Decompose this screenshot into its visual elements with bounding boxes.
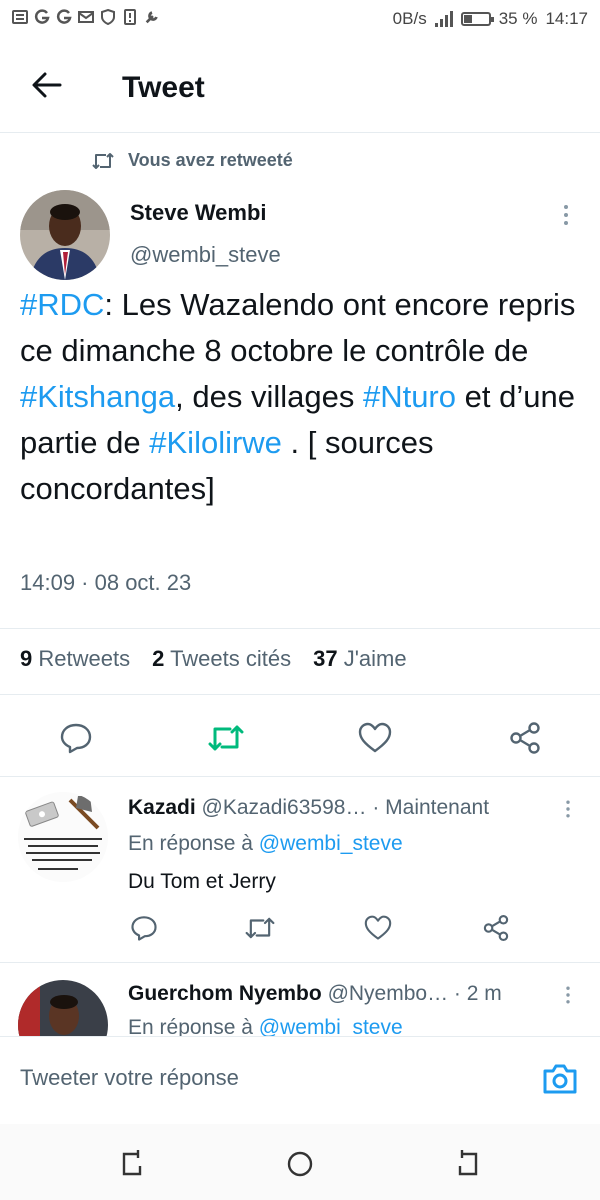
status-bar: 0B/s 35 % 14:17 xyxy=(0,0,600,40)
home-button[interactable] xyxy=(284,1148,316,1180)
reply-header: Kazadi @Kazadi63598… · Maintenant xyxy=(128,796,489,820)
quotes-count: 2 xyxy=(152,646,165,671)
divider xyxy=(0,962,600,963)
retweet-indicator: Vous avez retweeté xyxy=(92,150,293,171)
tweet-timestamp: 14:09 · 08 oct. 23 xyxy=(20,570,192,595)
retweet-label: Vous avez retweeté xyxy=(128,150,293,170)
reply-share-button[interactable] xyxy=(478,910,514,946)
heart-icon xyxy=(364,915,392,940)
retweets-stat[interactable]: 9 Retweets xyxy=(20,646,130,672)
divider xyxy=(0,694,600,695)
likes-count: 37 xyxy=(313,646,338,671)
reply-to-prefix: En réponse à xyxy=(128,832,253,855)
header: Tweet xyxy=(0,40,600,133)
mail-icon xyxy=(78,8,94,26)
share-button[interactable] xyxy=(503,716,547,760)
recents-icon xyxy=(122,1150,142,1176)
clock: 14:17 xyxy=(545,9,588,28)
author-handle[interactable]: @wembi_steve xyxy=(130,242,281,268)
heart-icon xyxy=(358,722,392,753)
hashtag-link[interactable]: #RDC xyxy=(20,287,104,322)
share-icon xyxy=(510,722,540,754)
quotes-label: Tweets cités xyxy=(170,646,292,671)
g-icon xyxy=(34,8,50,26)
likes-label: J'aime xyxy=(343,646,407,671)
reply-composer[interactable]: Tweeter votre réponse xyxy=(0,1036,600,1123)
arrow-left-icon xyxy=(32,72,62,98)
reply-button[interactable] xyxy=(54,716,98,760)
home-icon xyxy=(287,1151,313,1177)
retweet-icon xyxy=(92,152,114,169)
tweet-text-segment: , des villages xyxy=(175,379,363,414)
battery-icon xyxy=(460,12,494,26)
like-button[interactable] xyxy=(353,716,397,760)
author-avatar[interactable] xyxy=(20,190,110,280)
reply-author-handle[interactable]: @Nyembo… xyxy=(328,982,449,1005)
signal-icon xyxy=(434,11,453,27)
newspaper-icon xyxy=(12,8,28,26)
reply-reply-button[interactable] xyxy=(126,910,162,946)
camera-icon xyxy=(543,1064,577,1094)
battery-level xyxy=(463,15,472,23)
reply-time: · 2 m xyxy=(453,982,502,1005)
status-bar-right: 0B/s 35 % 14:17 xyxy=(393,9,588,29)
reply-author-handle[interactable]: @Kazadi63598… xyxy=(202,796,367,819)
divider xyxy=(0,776,600,777)
hashtag-link[interactable]: #Nturo xyxy=(363,379,456,414)
reply-to-line: En réponse à @wembi_steve xyxy=(128,832,403,856)
reply-input[interactable]: Tweeter votre réponse xyxy=(20,1065,239,1091)
retweet-icon xyxy=(208,725,244,751)
likes-stat[interactable]: 37 J'aime xyxy=(313,646,407,672)
reply-header: Guerchom Nyembo @Nyembo… · 2 m xyxy=(128,982,502,1006)
back-button[interactable] xyxy=(30,68,64,102)
reply-like-button[interactable] xyxy=(360,910,396,946)
reply-icon xyxy=(60,723,92,754)
reply-avatar[interactable] xyxy=(18,792,108,882)
wrench-icon xyxy=(144,8,160,26)
hashtag-link[interactable]: #Kitshanga xyxy=(20,379,175,414)
hashtag-link[interactable]: #Kilolirwe xyxy=(149,425,282,460)
tweet-stats: 9 Retweets 2 Tweets cités 37 J'aime xyxy=(20,646,407,672)
reply-text: Du Tom et Jerry xyxy=(128,870,276,893)
divider xyxy=(0,628,600,629)
tweet-actions xyxy=(0,710,600,768)
reply-author-name[interactable]: Guerchom Nyembo xyxy=(128,982,322,1005)
status-bar-notification-icons xyxy=(12,8,160,26)
network-speed: 0B/s xyxy=(392,9,427,28)
recents-button[interactable] xyxy=(116,1148,148,1180)
tweet-text: #RDC: Les Wazalendo ont encore repris ce… xyxy=(20,282,580,512)
sim-icon xyxy=(122,8,138,26)
tweet-text-segment: : Les Wazalendo ont encore repris ce dim… xyxy=(20,287,576,368)
reply-more-button[interactable] xyxy=(560,982,577,1008)
page-title: Tweet xyxy=(122,71,205,104)
reply-more-button[interactable] xyxy=(560,796,577,822)
system-navigation-bar xyxy=(0,1124,600,1200)
retweet-icon xyxy=(245,917,275,939)
retweets-label: Retweets xyxy=(38,646,131,671)
quotes-stat[interactable]: 2 Tweets cités xyxy=(152,646,291,672)
retweet-button[interactable] xyxy=(204,716,248,760)
reply-icon xyxy=(131,916,157,941)
reply-to-mention[interactable]: @wembi_steve xyxy=(259,832,403,855)
shield-icon xyxy=(100,8,116,26)
google-icon xyxy=(56,8,72,26)
battery-percent: 35 % xyxy=(498,9,538,28)
back-nav-icon xyxy=(458,1150,478,1176)
retweets-count: 9 xyxy=(20,646,33,671)
camera-button[interactable] xyxy=(540,1059,580,1099)
back-nav-button[interactable] xyxy=(452,1148,484,1180)
reply-time: · Maintenant xyxy=(372,796,490,819)
share-icon xyxy=(483,914,509,942)
tweet-more-button[interactable] xyxy=(556,200,576,230)
reply-author-name[interactable]: Kazadi xyxy=(128,796,196,819)
author-name[interactable]: Steve Wembi xyxy=(130,200,267,226)
reply-retweet-button[interactable] xyxy=(242,910,278,946)
